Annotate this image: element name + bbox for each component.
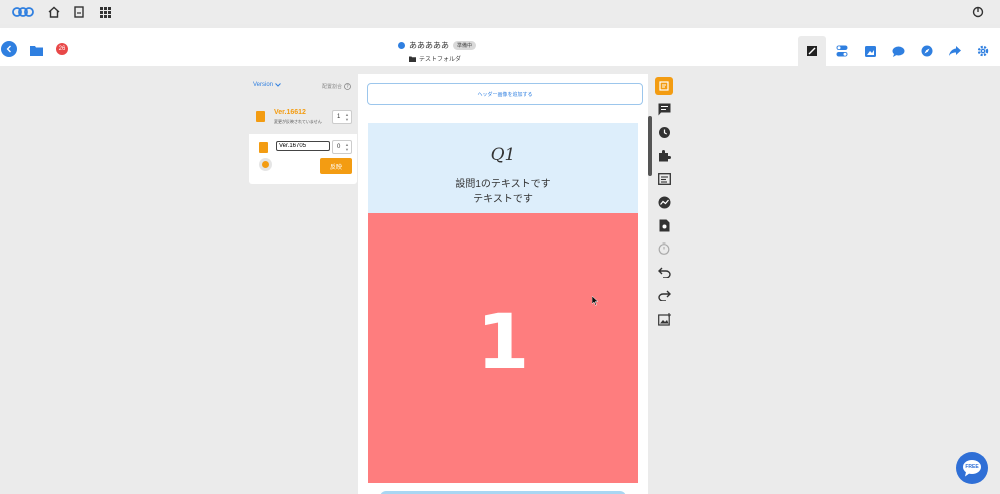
edit-note-icon — [659, 81, 669, 91]
compass-icon — [921, 45, 933, 57]
canvas-scrollbar[interactable] — [648, 116, 652, 176]
system-bar — [0, 0, 1000, 24]
ratio-value: 0 — [337, 144, 341, 150]
document-title-area: あああああ 準備中 — [398, 40, 477, 51]
tool-analytics[interactable] — [655, 193, 673, 211]
help-icon[interactable]: ? — [344, 83, 351, 90]
ratio-header-label: 配置割合 — [322, 84, 343, 90]
image-icon — [864, 45, 876, 57]
chat-bubble-icon — [892, 46, 904, 57]
version-note: 変更が反映されていません — [274, 119, 322, 124]
svg-text:?: ? — [346, 84, 349, 90]
question-block[interactable]: Q1 設問1のテキストです テキストです — [368, 123, 638, 213]
message-icon — [658, 103, 670, 115]
ratio-value: 1 — [337, 114, 341, 120]
file-icon — [259, 142, 268, 153]
choice-card[interactable]: 1 — [368, 213, 638, 483]
timer-icon — [658, 241, 670, 255]
folder-breadcrumb: テストフォルダ — [409, 54, 461, 63]
apps-grid-icon[interactable] — [97, 4, 113, 20]
version-name-input[interactable] — [276, 141, 330, 151]
share-arrow-icon — [949, 46, 961, 56]
gear-button[interactable] — [974, 36, 992, 66]
tool-undo[interactable] — [655, 263, 673, 281]
smiley-icon — [262, 161, 269, 168]
ratio-stepper[interactable]: 1 ▲ ▼ — [332, 110, 352, 124]
support-chat-button[interactable]: FREE — [956, 452, 988, 484]
folder-name[interactable]: テストフォルダ — [419, 54, 461, 63]
document-icon[interactable] — [71, 4, 87, 20]
ratio-header: 配置割合 ? — [322, 83, 351, 90]
undo-icon — [657, 267, 671, 278]
facebook-icon — [398, 42, 405, 49]
gear-icon — [977, 45, 989, 57]
design-button[interactable] — [861, 36, 879, 66]
back-button[interactable] — [1, 41, 17, 57]
tool-save[interactable] — [655, 216, 673, 234]
edit-mode-button[interactable] — [798, 36, 826, 66]
settings-toggle-button[interactable] — [833, 36, 851, 66]
share-button[interactable] — [946, 36, 964, 66]
toggle-icon — [836, 45, 848, 57]
mouse-cursor-icon — [591, 293, 599, 311]
file-save-icon — [659, 219, 669, 231]
question-label: Q1 — [490, 145, 516, 165]
version-dropdown[interactable]: Version — [253, 82, 281, 88]
tool-timer[interactable] — [655, 239, 673, 257]
tool-comment[interactable] — [655, 100, 673, 118]
question-text-line1: 設問1のテキストです — [455, 179, 551, 190]
tool-redo[interactable] — [655, 286, 673, 304]
add-header-image-button[interactable]: ヘッダー画像を追加する — [367, 83, 643, 105]
analytics-icon — [658, 196, 670, 208]
explore-button[interactable] — [918, 36, 936, 66]
version-dropdown-label: Version — [253, 82, 274, 88]
tool-plugin[interactable] — [655, 146, 673, 164]
emoji-button[interactable] — [259, 158, 272, 171]
add-image-icon — [657, 312, 671, 326]
notification-badge[interactable]: 26 — [56, 43, 68, 55]
power-icon[interactable] — [970, 4, 986, 20]
home-icon[interactable] — [46, 4, 62, 20]
version-name: Ver.16612 — [274, 109, 306, 116]
version-item-selected[interactable]: 0 ▲▼ 反映 — [249, 134, 357, 184]
stepper-arrows-icon[interactable]: ▲ ▼ — [345, 112, 349, 122]
chat-widget-label: FREE — [965, 464, 979, 470]
ratio-stepper[interactable]: 0 ▲ ▼ — [332, 140, 352, 154]
tool-add-image[interactable] — [655, 310, 673, 328]
version-item[interactable]: Ver.16612 変更が反映されていません 1 ▲ ▼ — [249, 105, 357, 133]
tool-edit[interactable] — [655, 77, 673, 95]
survey-canvas: ヘッダー画像を追加する Q1 設問1のテキストです テキストです 1 — [358, 74, 648, 494]
folder-icon — [30, 46, 43, 56]
tool-text[interactable] — [655, 170, 673, 188]
status-badge: 準備中 — [453, 41, 477, 50]
editor-toolbar: 26 あああああ 準備中 テストフォルダ — [0, 28, 1000, 66]
comment-button[interactable] — [889, 36, 907, 66]
puzzle-icon — [658, 149, 671, 161]
chevron-down-icon — [275, 83, 281, 87]
file-icon — [256, 111, 265, 122]
apply-button[interactable]: 反映 — [320, 158, 352, 174]
app-logo-icon[interactable] — [12, 4, 34, 20]
folder-button[interactable] — [30, 43, 43, 61]
folder-small-icon — [409, 56, 416, 62]
question-text-line2: テキストです — [473, 194, 533, 205]
document-title[interactable]: あああああ — [409, 40, 449, 51]
tool-history[interactable] — [655, 123, 673, 141]
redo-icon — [657, 290, 671, 301]
chevron-left-icon — [6, 45, 11, 53]
edit-icon — [807, 46, 817, 56]
stepper-arrows-icon[interactable]: ▲ ▼ — [345, 142, 349, 152]
history-icon — [658, 126, 670, 138]
text-box-icon — [657, 173, 671, 185]
